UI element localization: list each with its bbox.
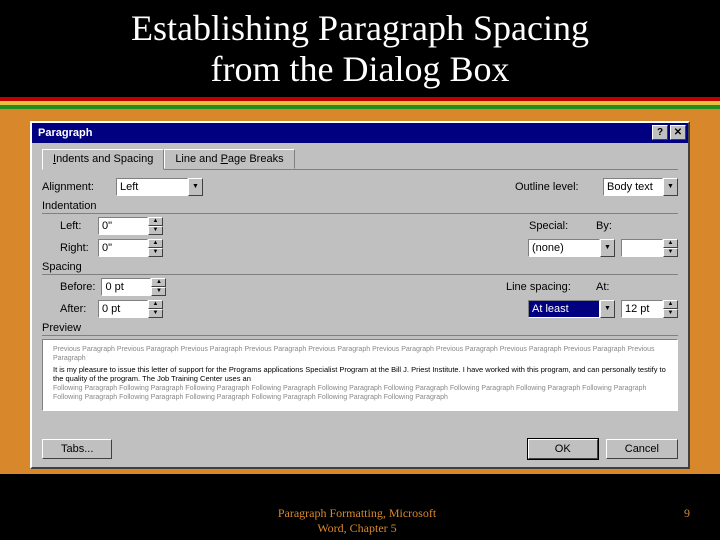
spin-down-icon[interactable]: ▼ <box>148 248 163 257</box>
after-value: 0 pt <box>98 300 148 318</box>
line-spacing-label: Line spacing: <box>506 281 584 293</box>
spin-down-icon[interactable]: ▼ <box>148 226 163 235</box>
by-label: By: <box>596 220 626 232</box>
footer-line2: Word, Chapter 5 <box>30 521 684 536</box>
close-button[interactable]: ✕ <box>670 125 686 140</box>
indentation-group: Indentation <box>42 200 678 214</box>
alignment-value: Left <box>116 178 188 196</box>
tab-strip: Indents and Spacing Line and Page Breaks <box>42 149 678 170</box>
preview-sample: It is my pleasure to issue this letter o… <box>53 365 667 383</box>
before-label: Before: <box>42 281 95 293</box>
outline-value: Body text <box>603 178 663 196</box>
line-spacing-combo[interactable]: At least ▼ <box>528 300 615 318</box>
spacing-group: Spacing <box>42 261 678 275</box>
special-combo[interactable]: (none) ▼ <box>528 239 615 257</box>
tabs-button[interactable]: Tabs... <box>42 439 112 459</box>
left-spinner[interactable]: 0" ▲▼ <box>98 217 163 235</box>
content-area: Paragraph ? ✕ Indents and Spacing Line a… <box>0 109 720 474</box>
spin-up-icon[interactable]: ▲ <box>663 239 678 248</box>
spin-up-icon[interactable]: ▲ <box>663 300 678 309</box>
line-spacing-value: At least <box>528 300 600 318</box>
outline-label: Outline level: <box>515 181 597 193</box>
before-value: 0 pt <box>101 278 151 296</box>
right-value: 0" <box>98 239 148 257</box>
alignment-combo[interactable]: Left ▼ <box>116 178 203 196</box>
by-value <box>621 239 663 257</box>
cancel-button[interactable]: Cancel <box>606 439 678 459</box>
spin-down-icon[interactable]: ▼ <box>663 309 678 318</box>
title-line2: from the Dialog Box <box>20 49 700 90</box>
paragraph-dialog: Paragraph ? ✕ Indents and Spacing Line a… <box>30 121 690 469</box>
dialog-body: Indents and Spacing Line and Page Breaks… <box>32 143 688 435</box>
spin-down-icon[interactable]: ▼ <box>663 248 678 257</box>
outline-combo[interactable]: Body text ▼ <box>603 178 678 196</box>
left-value: 0" <box>98 217 148 235</box>
spin-up-icon[interactable]: ▲ <box>148 300 163 309</box>
slide-footer: Paragraph Formatting, Microsoft Word, Ch… <box>0 506 720 536</box>
button-row: Tabs... OK Cancel <box>32 435 688 467</box>
right-spinner[interactable]: 0" ▲▼ <box>98 239 163 257</box>
preview-group: Preview <box>42 322 678 336</box>
page-number: 9 <box>684 506 690 536</box>
alignment-label: Alignment: <box>42 181 110 193</box>
preview-box: Previous Paragraph Previous Paragraph Pr… <box>42 339 678 411</box>
preview-after: Following Paragraph Following Paragraph … <box>53 385 667 403</box>
spin-up-icon[interactable]: ▲ <box>148 217 163 226</box>
slide-title: Establishing Paragraph Spacing from the … <box>0 0 720 97</box>
tab-line-page-breaks[interactable]: Line and Page Breaks <box>164 149 294 169</box>
after-label: After: <box>42 303 92 315</box>
special-value: (none) <box>528 239 600 257</box>
at-spinner[interactable]: 12 pt ▲▼ <box>621 300 678 318</box>
after-spinner[interactable]: 0 pt ▲▼ <box>98 300 163 318</box>
chevron-down-icon[interactable]: ▼ <box>600 300 615 318</box>
title-line1: Establishing Paragraph Spacing <box>20 8 700 49</box>
by-spinner[interactable]: ▲▼ <box>621 239 678 257</box>
at-value: 12 pt <box>621 300 663 318</box>
spin-down-icon[interactable]: ▼ <box>148 309 163 318</box>
chevron-down-icon[interactable]: ▼ <box>188 178 203 196</box>
special-label: Special: <box>529 220 584 232</box>
before-spinner[interactable]: 0 pt ▲▼ <box>101 278 166 296</box>
spin-up-icon[interactable]: ▲ <box>148 239 163 248</box>
spin-down-icon[interactable]: ▼ <box>151 287 166 296</box>
chevron-down-icon[interactable]: ▼ <box>663 178 678 196</box>
ok-button[interactable]: OK <box>528 439 598 459</box>
right-label: Right: <box>42 242 92 254</box>
tab-indents-spacing[interactable]: Indents and Spacing <box>42 149 164 170</box>
spin-up-icon[interactable]: ▲ <box>151 278 166 287</box>
preview-before: Previous Paragraph Previous Paragraph Pr… <box>53 346 667 364</box>
footer-line1: Paragraph Formatting, Microsoft <box>30 506 684 521</box>
titlebar: Paragraph ? ✕ <box>32 123 688 143</box>
chevron-down-icon[interactable]: ▼ <box>600 239 615 257</box>
help-button[interactable]: ? <box>652 125 668 140</box>
dialog-title: Paragraph <box>38 127 650 139</box>
left-label: Left: <box>42 220 92 232</box>
at-label: At: <box>596 281 618 293</box>
